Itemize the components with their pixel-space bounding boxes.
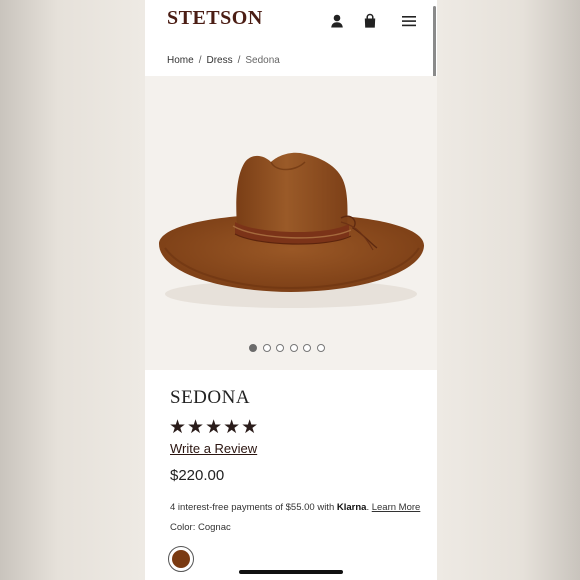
gallery-dot[interactable] [262, 344, 271, 352]
color-selection-label: Color: Cognac [170, 522, 231, 533]
hat-image [159, 152, 425, 308]
klarna-logo: Klarna [336, 502, 367, 513]
gallery-dot[interactable] [303, 344, 311, 352]
breadcrumb-separator: / [198, 55, 202, 66]
swatch-fill [172, 550, 190, 568]
product-price: $220.00 [170, 467, 225, 484]
user-icon[interactable] [329, 13, 345, 29]
breadcrumb-separator: / [237, 55, 241, 66]
color-label: Color: [170, 522, 196, 533]
rating-stars[interactable]: ★★★★★ [169, 418, 259, 438]
site-header: STETSON [145, 0, 437, 44]
color-swatch-cognac[interactable] [168, 546, 194, 572]
gallery-dot[interactable] [289, 344, 298, 352]
klarna-period: . [366, 502, 370, 513]
breadcrumb-current: Sedona [245, 55, 280, 66]
stetson-logo[interactable]: STETSON [167, 7, 263, 30]
breadcrumb-home[interactable]: Home [167, 55, 194, 66]
phone-screen: STETSON Home / Dress / Sedona SEDONA ★★★… [145, 0, 437, 580]
product-title: SEDONA [170, 387, 251, 408]
color-value: Cognac [197, 522, 231, 533]
klarna-text: 4 interest-free payments of $55.00 with [170, 502, 335, 513]
klarna-message: 4 interest-free payments of $55.00 with … [170, 502, 420, 513]
breadcrumb-dress[interactable]: Dress [206, 55, 232, 66]
gallery-dot[interactable] [249, 344, 257, 352]
background-right [437, 0, 580, 580]
breadcrumb: Home / Dress / Sedona [167, 55, 280, 66]
gallery-dot[interactable] [316, 344, 325, 352]
background-left [0, 0, 145, 580]
gallery-dot[interactable] [276, 344, 284, 352]
menu-icon[interactable] [401, 13, 417, 29]
learn-more-link[interactable]: Learn More [372, 502, 421, 513]
write-review-link[interactable]: Write a Review [170, 441, 257, 456]
home-indicator[interactable] [239, 570, 343, 574]
bag-icon[interactable] [362, 13, 378, 29]
product-image-gallery[interactable] [145, 76, 437, 370]
